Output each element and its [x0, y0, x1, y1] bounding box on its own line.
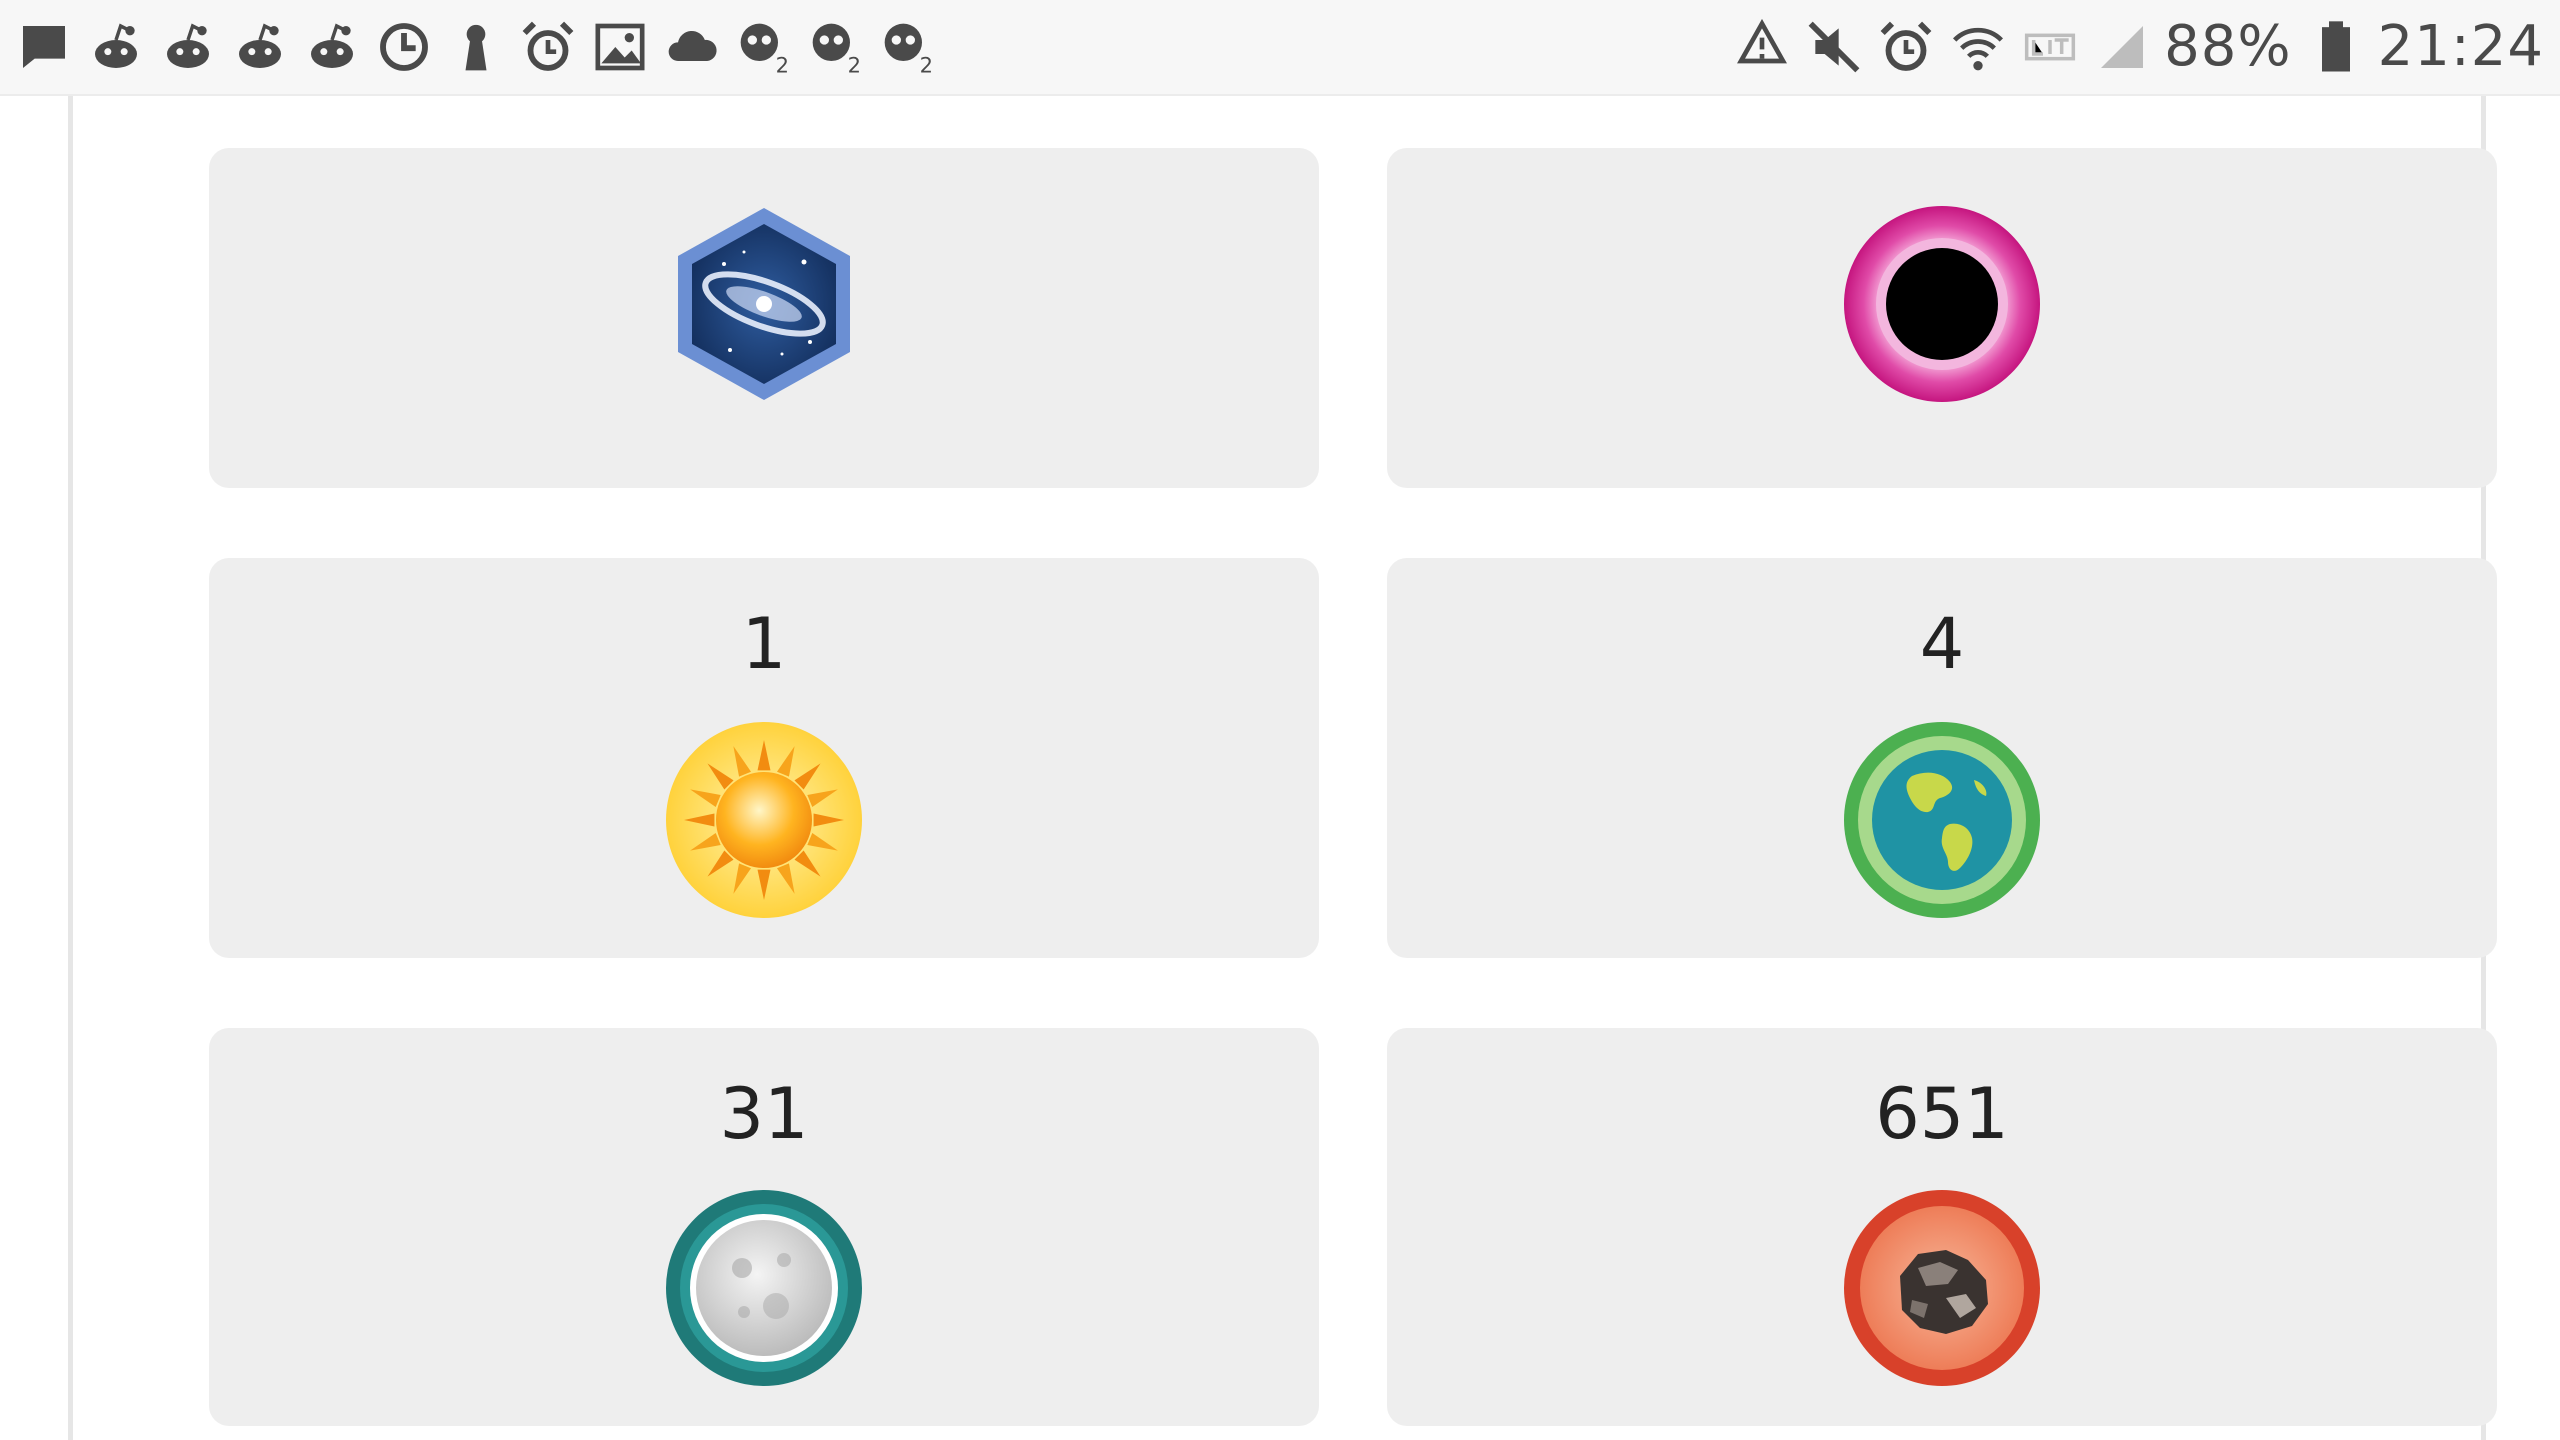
badge-count: 31 — [719, 1073, 809, 1155]
badge-card-galaxy[interactable] — [209, 148, 1319, 488]
wifi-icon — [1950, 19, 2006, 75]
mute-icon — [1806, 19, 1862, 75]
badge-panel: 1 4 31 651 — [68, 96, 2497, 1440]
galaxy-badge-icon — [664, 204, 864, 404]
clock-icon — [376, 19, 432, 75]
black-hole-badge-icon — [1842, 204, 2042, 404]
asteroid-badge-icon — [1842, 1188, 2042, 1388]
badge-card-earth[interactable]: 4 — [1387, 558, 2497, 958]
notification-icons: 2 2 2 — [16, 0, 952, 94]
moon-badge-icon — [664, 1188, 864, 1388]
cloud-icon — [664, 19, 720, 75]
game-notification-icon: 2 — [880, 19, 936, 75]
clock-time: 21:24 — [2377, 14, 2544, 79]
reddit-icon — [304, 19, 360, 75]
reddit-icon — [88, 19, 144, 75]
earth-badge-icon — [1842, 720, 2042, 920]
badge-card-moon[interactable]: 31 — [209, 1028, 1319, 1426]
lte-icon — [2022, 19, 2078, 75]
message-icon — [16, 19, 72, 75]
image-icon — [592, 19, 648, 75]
system-icons: 88% 21:24 — [1718, 0, 2544, 94]
battery-percentage: 88% — [2164, 14, 2292, 79]
badge-count: 651 — [1875, 1073, 2009, 1155]
badge-count: 4 — [1919, 603, 1965, 685]
badge-card-asteroid[interactable]: 651 — [1387, 1028, 2497, 1426]
alarm-icon — [520, 19, 576, 75]
alarm-icon — [1878, 19, 1934, 75]
badge-card-sun[interactable]: 1 — [209, 558, 1319, 958]
badge-count: 1 — [741, 603, 787, 685]
svg-text:2: 2 — [848, 54, 861, 75]
reddit-icon — [160, 19, 216, 75]
game-notification-icon: 2 — [736, 19, 792, 75]
signal-icon — [2094, 19, 2150, 75]
badge-card-black-hole[interactable] — [1387, 148, 2497, 488]
status-bar: 2 2 2 88% 21:24 — [0, 0, 2560, 96]
svg-text:2: 2 — [776, 54, 789, 75]
sync-icon — [1734, 19, 1790, 75]
svg-text:2: 2 — [920, 54, 933, 75]
game-notification-icon: 2 — [808, 19, 864, 75]
sun-badge-icon — [664, 720, 864, 920]
screen: 2 2 2 88% 21:24 1 4 31 651 — [0, 0, 2560, 1440]
battery-icon — [2308, 19, 2364, 75]
keyhole-icon — [448, 19, 504, 75]
reddit-icon — [232, 19, 288, 75]
